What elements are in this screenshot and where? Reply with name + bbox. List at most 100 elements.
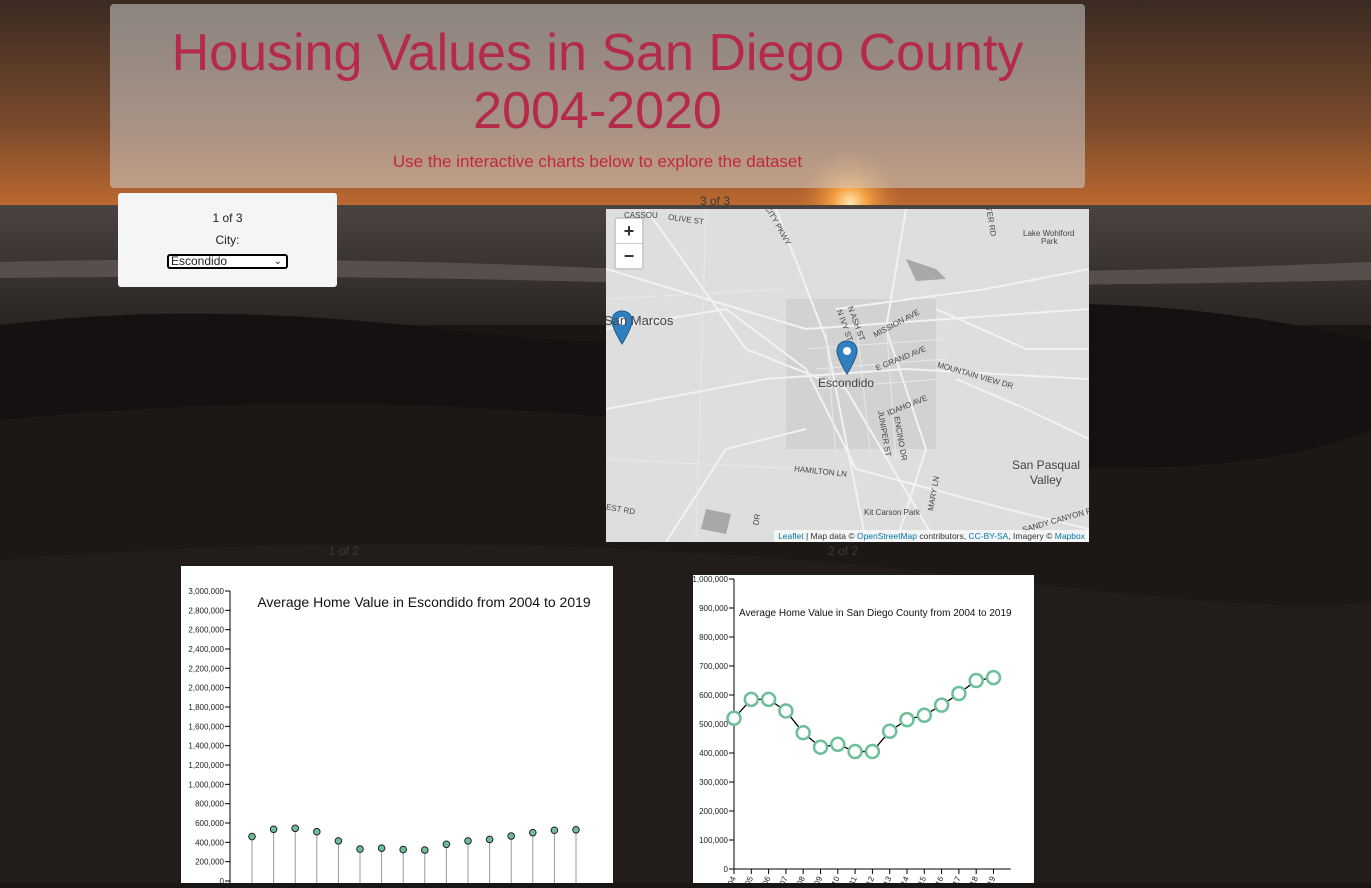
map-label-san-pasqual: San Pasqual bbox=[1012, 458, 1081, 472]
y-tick-label: 1,400,000 bbox=[188, 742, 224, 751]
chevron-down-icon: ⌄ bbox=[273, 256, 282, 267]
x-tick-label: 17 bbox=[951, 875, 963, 883]
zoom-in-button[interactable]: + bbox=[616, 219, 642, 243]
y-tick-label: 600,000 bbox=[195, 819, 224, 828]
line-point bbox=[864, 743, 881, 760]
y-tick-label: 300,000 bbox=[699, 778, 728, 787]
lollipop-dot bbox=[572, 825, 580, 834]
y-tick-label: 700,000 bbox=[699, 662, 728, 671]
y-tick-label: 1,800,000 bbox=[188, 703, 224, 712]
y-tick-label: 2,800,000 bbox=[188, 606, 224, 615]
y-tick-label: 2,400,000 bbox=[188, 645, 224, 654]
city-dropdown[interactable]: Escondido ⌄ bbox=[167, 254, 288, 269]
y-tick-label: 0 bbox=[724, 865, 729, 874]
line-point bbox=[778, 703, 794, 719]
x-tick-label: 11 bbox=[847, 875, 859, 883]
map-label-valley: Valley bbox=[1030, 473, 1062, 487]
line-point bbox=[830, 736, 846, 753]
title-line-1: Housing Values in San Diego County bbox=[171, 24, 1024, 82]
x-tick-label: 09 bbox=[812, 875, 824, 883]
lollipop-dot bbox=[485, 835, 494, 844]
line-point bbox=[933, 697, 950, 713]
map-label-cassou: CASSOU bbox=[624, 211, 658, 220]
mapbox-link[interactable]: Mapbox bbox=[1055, 531, 1085, 541]
x-tick-label: 10 bbox=[830, 875, 842, 883]
lollipop-dot bbox=[529, 828, 537, 837]
x-tick-label: 08 bbox=[795, 875, 807, 883]
x-tick-label: 06 bbox=[760, 875, 772, 883]
map-label-san-marcos: San Marcos bbox=[606, 313, 674, 328]
leaflet-link[interactable]: Leaflet bbox=[778, 531, 804, 541]
license-link[interactable]: CC-BY-SA bbox=[968, 531, 1008, 541]
map-page-indicator: 3 of 3 bbox=[700, 194, 731, 208]
lollipop-dot bbox=[377, 844, 386, 852]
x-tick-label: 13 bbox=[882, 875, 894, 883]
lollipop-dot bbox=[356, 845, 364, 853]
y-tick-label: 2,000,000 bbox=[188, 684, 224, 693]
y-tick-label: 600,000 bbox=[699, 691, 728, 700]
x-tick-label: 19 bbox=[985, 875, 997, 883]
line-point bbox=[951, 685, 967, 702]
y-tick-label: 100,000 bbox=[699, 836, 728, 845]
lollipop-dot bbox=[248, 832, 256, 841]
x-tick-label: 12 bbox=[864, 875, 876, 883]
lollipop-dot bbox=[421, 846, 429, 854]
x-tick-label: 14 bbox=[899, 875, 911, 883]
x-tick-label: 16 bbox=[933, 875, 945, 883]
map-label-lake-wohlford-park: Park bbox=[1041, 237, 1058, 246]
zoom-out-button[interactable]: − bbox=[616, 243, 642, 268]
y-tick-label: 1,200,000 bbox=[188, 761, 224, 770]
lollipop-dot bbox=[291, 824, 299, 833]
county-chart-panel: 1,000,000 900,000 800,000 700,000 600,000 500… bbox=[692, 575, 1034, 887]
lollipop-dot bbox=[334, 837, 343, 845]
lollipop-dot bbox=[442, 840, 451, 849]
lollipop-dot bbox=[313, 827, 321, 836]
map-marker-escondido[interactable] bbox=[836, 340, 858, 376]
county-line-chart: 1,000,000 900,000 800,000 700,000 600,000 500… bbox=[692, 575, 1012, 887]
y-tick-label: 800,000 bbox=[699, 633, 728, 642]
header-panel: Housing Values in San Diego County 2004-… bbox=[110, 4, 1085, 188]
line-point bbox=[985, 669, 1002, 686]
x-tick-label: 15 bbox=[916, 875, 928, 883]
y-tick-label: 3,000,000 bbox=[188, 587, 224, 596]
attribution-text: , Imagery © bbox=[1008, 531, 1055, 541]
map-label-kit-carson: Kit Carson Park bbox=[864, 508, 921, 517]
y-tick-label: 1,600,000 bbox=[188, 722, 224, 731]
attribution-text: contributors, bbox=[916, 531, 969, 541]
map-attribution: Leaflet | Map data © OpenStreetMap contr… bbox=[774, 530, 1089, 542]
zoom-control: + − bbox=[614, 217, 644, 270]
y-tick-label: 900,000 bbox=[699, 604, 728, 613]
y-tick-label: 800,000 bbox=[195, 800, 224, 809]
line-point bbox=[726, 710, 742, 726]
osm-link[interactable]: OpenStreetMap bbox=[857, 531, 917, 541]
y-tick-label: 400,000 bbox=[699, 749, 728, 758]
y-tick-label: 400,000 bbox=[195, 838, 224, 847]
line-point bbox=[916, 707, 933, 724]
escondido-chart-panel: 3,000,000 2,800,000 2,600,000 2,400,000 2,20… bbox=[181, 566, 613, 886]
y-axis: 1,000,000 900,000 800,000 700,000 600,000 500… bbox=[692, 575, 735, 874]
lollipop-dot bbox=[464, 837, 472, 845]
chart1-title: Average Home Value in Escondido from 200… bbox=[257, 594, 591, 610]
escondido-lollipop-chart: 3,000,000 2,800,000 2,600,000 2,400,000 2,20… bbox=[188, 587, 591, 886]
line-point bbox=[743, 691, 760, 708]
map-panel[interactable]: + − San Marcos Escondido San Pasqual Val… bbox=[606, 209, 1089, 542]
selector-page-indicator: 1 of 3 bbox=[212, 211, 243, 225]
chart1-page-indicator: 1 of 2 bbox=[329, 544, 360, 558]
y-tick-label: 0 bbox=[220, 877, 225, 883]
y-tick-label: 2,200,000 bbox=[188, 664, 224, 673]
line-point bbox=[795, 724, 811, 741]
line-point bbox=[812, 739, 829, 755]
chart2-page-indicator: 2 of 2 bbox=[828, 544, 859, 558]
line-point bbox=[881, 723, 898, 739]
y-tick-label: 500,000 bbox=[699, 720, 728, 729]
y-tick-label: 2,600,000 bbox=[188, 626, 224, 635]
x-tick-label: 04 bbox=[726, 875, 738, 883]
page-title: Housing Values in San Diego County 2004-… bbox=[110, 24, 1085, 140]
line-point bbox=[968, 672, 984, 689]
y-tick-label: 1,000,000 bbox=[693, 575, 729, 584]
y-tick-label: 200,000 bbox=[195, 858, 224, 867]
chart2-title: Average Home Value in San Diego County f… bbox=[739, 608, 1012, 619]
line-point bbox=[760, 691, 777, 708]
x-axis: 04 05 06 07 08 09 10 11 12 13 14 15 16 17 18 19 bbox=[726, 868, 1011, 887]
x-tick-label: 07 bbox=[778, 875, 790, 883]
